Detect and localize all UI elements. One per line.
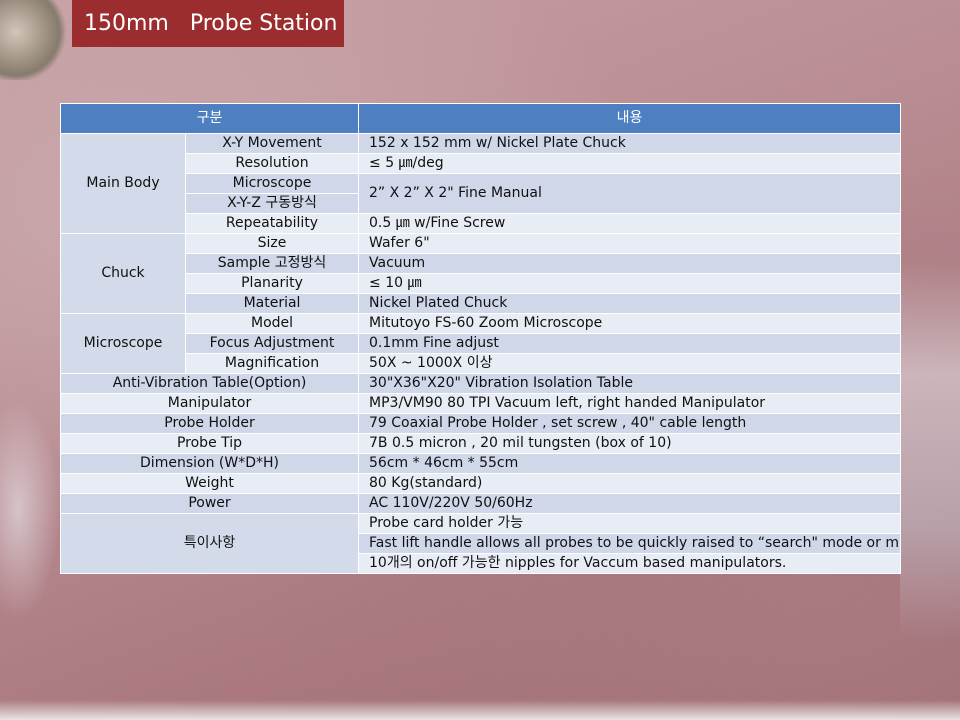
note-value: 10개의 on/off 가능한 nipples for Vaccum based… [358, 553, 902, 574]
item-label: Planarity [184, 273, 360, 294]
item-label: X-Y-Z 구동방식 [184, 193, 360, 214]
table-row: Manipulator MP3/VM90 80 TPI Vacuum left,… [59, 393, 902, 414]
item-value: 79 Coaxial Probe Holder , set screw , 40… [358, 413, 902, 434]
table-row: Repeatability 0.5 ㎛ w/Fine Screw [61, 213, 902, 234]
item-label: Resolution [184, 153, 360, 174]
item-value: 50X ~ 1000X 이상 [358, 353, 902, 374]
table-row: Probe Tip 7B 0.5 micron , 20 mil tungste… [59, 433, 902, 454]
item-label: Probe Tip [59, 433, 360, 454]
table-row: 특이사항 Probe card holder 가능 [59, 513, 902, 574]
note-value: Fast lift handle allows all probes to be… [358, 533, 902, 554]
item-label: Model [184, 313, 360, 334]
item-value: 80 Kg(standard) [358, 473, 902, 494]
table-row: Resolution ≤ 5 ㎛/deg [61, 153, 902, 174]
item-label: Sample 고정방식 [184, 253, 360, 274]
slide-title: 150mm Probe Station [72, 0, 344, 47]
header-content: 내용 [358, 103, 902, 134]
table-row: Main Body X-Y Movement 152 x 152 mm w/ N… [60, 133, 902, 234]
background-instrument-left [0, 400, 60, 620]
table-row: Anti-Vibration Table(Option) 30"X36"X20"… [59, 373, 902, 394]
table-row: Planarity ≤ 10 ㎛ [61, 273, 902, 294]
item-label: Anti-Vibration Table(Option) [59, 373, 360, 394]
category-special-notes: 특이사항 [59, 513, 360, 574]
item-value: 2” X 2” X 2" Fine Manual [358, 173, 902, 214]
table-row: Weight 80 Kg(standard) [59, 473, 902, 494]
item-label: Probe Holder [59, 413, 360, 434]
table-row: Microscope Model Mitutoyo FS-60 Zoom Mic… [60, 313, 902, 374]
table-row: Microscope 2” X 2” X 2" Fine Manual [61, 173, 902, 214]
table-row: Sample 고정방식 Vacuum [61, 253, 902, 274]
item-value: Vacuum [358, 253, 902, 274]
item-label: Material [184, 293, 360, 314]
item-label: Repeatability [184, 213, 360, 234]
item-value: Wafer 6" [358, 233, 902, 254]
table-row: Material Nickel Plated Chuck [61, 293, 902, 314]
item-label: Weight [59, 473, 360, 494]
item-value: 0.1mm Fine adjust [358, 333, 902, 354]
item-value: 7B 0.5 micron , 20 mil tungsten (box of … [358, 433, 902, 454]
spec-table: 구분 내용 Main Body X-Y Movement 152 x 152 m… [59, 103, 902, 574]
item-label: Dimension (W*D*H) [59, 453, 360, 474]
item-value: AC 110V/220V 50/60Hz [358, 493, 902, 514]
item-value: 0.5 ㎛ w/Fine Screw [358, 213, 902, 234]
item-label: X-Y Movement [184, 133, 360, 154]
table-row: Focus Adjustment 0.1mm Fine adjust [61, 333, 902, 354]
table-row: Probe Holder 79 Coaxial Probe Holder , s… [59, 413, 902, 434]
item-value: ≤ 10 ㎛ [358, 273, 902, 294]
table-row: Magnification 50X ~ 1000X 이상 [61, 353, 902, 374]
item-value: ≤ 5 ㎛/deg [358, 153, 902, 174]
item-label: Magnification [184, 353, 360, 374]
table-row: Chuck Size Wafer 6" [60, 233, 902, 314]
category-main-body: Main Body [60, 133, 186, 234]
header-category: 구분 [59, 103, 360, 134]
category-microscope: Microscope [60, 313, 186, 374]
table-row: Power AC 110V/220V 50/60Hz [59, 493, 902, 514]
item-label: Microscope [184, 173, 360, 194]
item-value: MP3/VM90 80 TPI Vacuum left, right hande… [358, 393, 902, 414]
item-label: Size [184, 233, 360, 254]
background-instrument-top-left [0, 0, 70, 80]
background-instrument-right [900, 260, 960, 640]
background-bottom-fade [0, 700, 960, 720]
note-value: Probe card holder 가능 [358, 513, 902, 534]
item-label: Power [59, 493, 360, 514]
table-row: Dimension (W*D*H) 56cm * 46cm * 55cm [59, 453, 902, 474]
category-chuck: Chuck [60, 233, 186, 314]
item-value: 30"X36"X20" Vibration Isolation Table [358, 373, 902, 394]
item-value: 56cm * 46cm * 55cm [358, 453, 902, 474]
item-label: Focus Adjustment [184, 333, 360, 354]
table-header-row: 구분 내용 [59, 103, 902, 134]
item-value: 152 x 152 mm w/ Nickel Plate Chuck [358, 133, 902, 154]
item-value: Mitutoyo FS-60 Zoom Microscope [358, 313, 902, 334]
item-value: Nickel Plated Chuck [358, 293, 902, 314]
item-label: Manipulator [59, 393, 360, 414]
